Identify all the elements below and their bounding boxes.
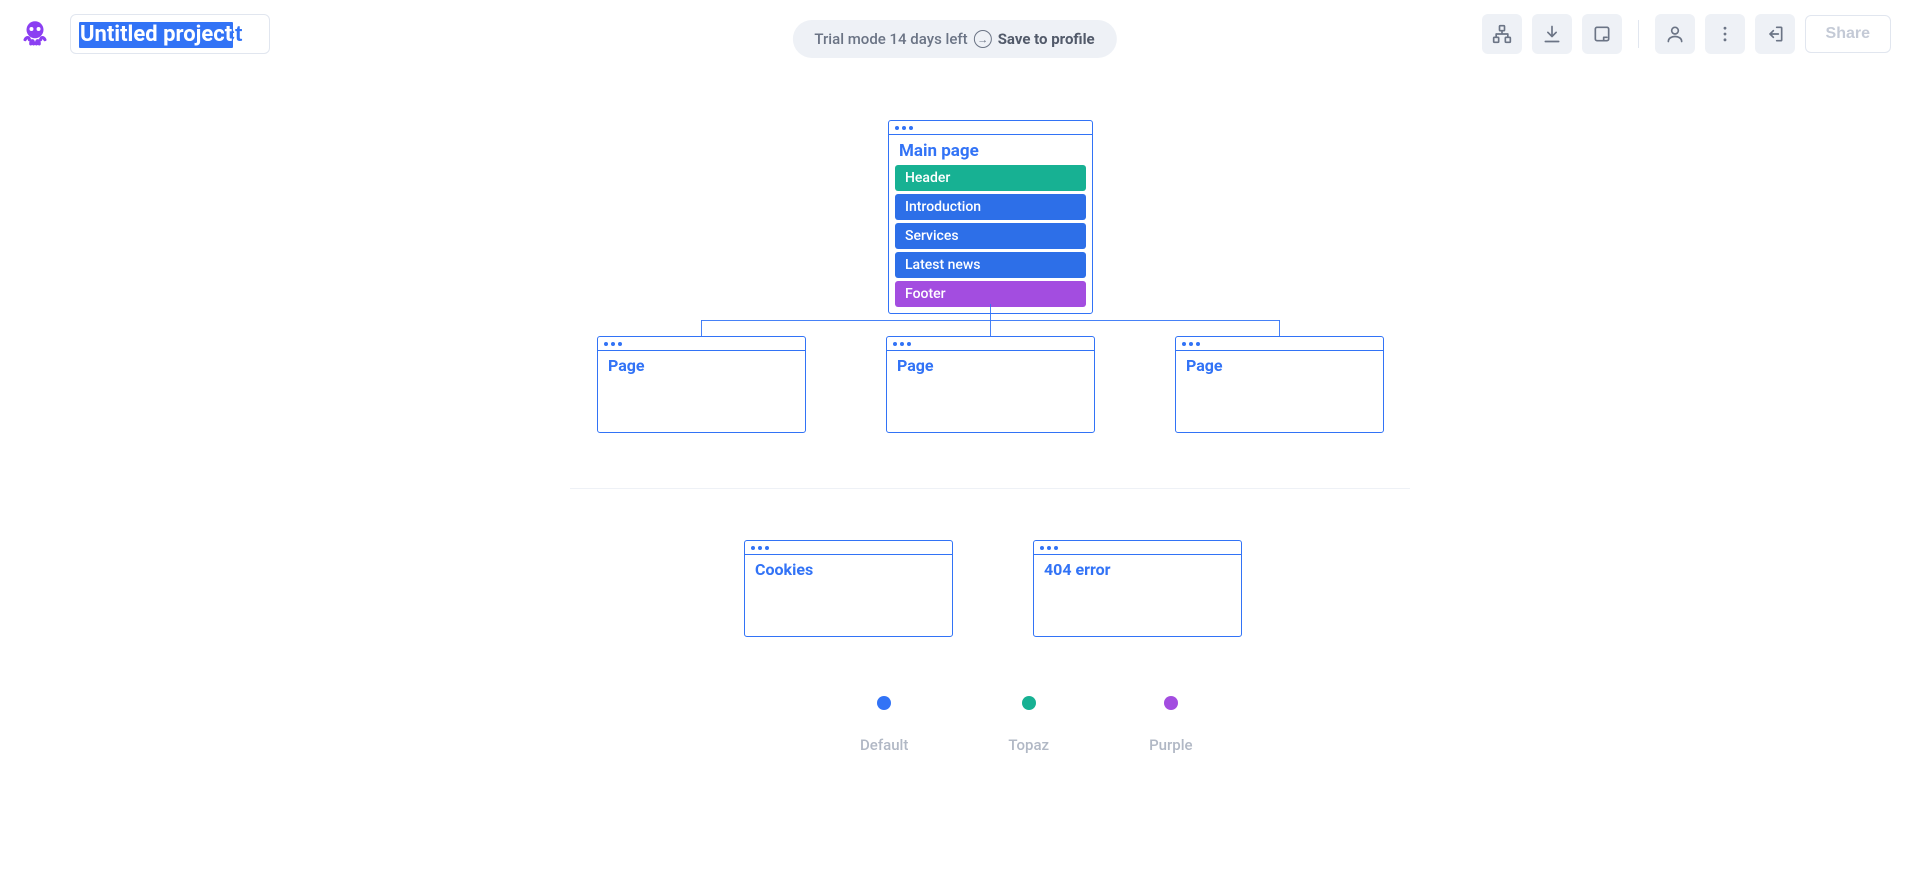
- share-button[interactable]: Share: [1805, 15, 1891, 53]
- top-bar-right: Share: [1482, 14, 1891, 54]
- app-logo-icon[interactable]: [18, 17, 52, 51]
- toolbar-divider: [1638, 20, 1639, 48]
- project-title-input[interactable]: [70, 14, 270, 54]
- card-header: [745, 541, 952, 555]
- card-header: [889, 121, 1092, 135]
- connector: [990, 304, 991, 320]
- page-section[interactable]: Latest news: [895, 252, 1086, 278]
- exit-icon[interactable]: [1755, 14, 1795, 54]
- main-page-sections: HeaderIntroductionServicesLatest newsFoo…: [889, 165, 1092, 313]
- extra-page-card[interactable]: 404 error: [1033, 540, 1242, 637]
- trial-mode-chip[interactable]: Trial mode 14 days left → Save to profil…: [792, 20, 1116, 58]
- more-menu-icon[interactable]: [1705, 14, 1745, 54]
- color-legend: Default Topaz Purple: [860, 696, 1193, 754]
- child-page-card[interactable]: Page: [597, 336, 806, 433]
- page-section[interactable]: Introduction: [895, 194, 1086, 220]
- note-icon[interactable]: [1582, 14, 1622, 54]
- page-section[interactable]: Services: [895, 223, 1086, 249]
- card-title[interactable]: Page: [1176, 351, 1383, 380]
- legend-item[interactable]: Purple: [1149, 696, 1193, 754]
- connector: [990, 320, 991, 336]
- save-to-profile-text: Save to profile: [998, 30, 1095, 48]
- legend-item[interactable]: Default: [860, 696, 908, 754]
- connector: [701, 320, 702, 336]
- card-header: [1034, 541, 1241, 555]
- arrow-right-icon: →: [974, 30, 992, 48]
- top-bar-center: Trial mode 14 days left → Save to profil…: [792, 20, 1116, 58]
- page-section[interactable]: Header: [895, 165, 1086, 191]
- download-icon[interactable]: [1532, 14, 1572, 54]
- canvas-divider: [570, 488, 1410, 489]
- card-title[interactable]: 404 error: [1034, 555, 1241, 584]
- trial-mode-text: Trial mode 14 days left: [814, 30, 967, 48]
- legend-label: Default: [860, 736, 908, 754]
- color-swatch-icon: [1164, 696, 1178, 710]
- color-swatch-icon: [877, 696, 891, 710]
- child-page-card[interactable]: Page: [886, 336, 1095, 433]
- legend-label: Topaz: [1008, 736, 1049, 754]
- child-page-card[interactable]: Page: [1175, 336, 1384, 433]
- card-title[interactable]: Cookies: [745, 555, 952, 584]
- card-header: [887, 337, 1094, 351]
- legend-item[interactable]: Topaz: [1008, 696, 1049, 754]
- legend-label: Purple: [1149, 736, 1193, 754]
- top-bar-left: [18, 14, 270, 54]
- card-header: [598, 337, 805, 351]
- connector: [1279, 320, 1280, 336]
- card-title[interactable]: Main page: [889, 135, 1092, 165]
- sitemap-canvas[interactable]: Main page Header Introduction Services Late…: [0, 70, 1909, 882]
- main-page-card[interactable]: Main page Header Introduction Services Late…: [888, 120, 1093, 314]
- card-header: [1176, 337, 1383, 351]
- card-title[interactable]: Page: [598, 351, 805, 380]
- sitemap-view-icon[interactable]: [1482, 14, 1522, 54]
- extra-page-card[interactable]: Cookies: [744, 540, 953, 637]
- color-swatch-icon: [1022, 696, 1036, 710]
- card-title[interactable]: Page: [887, 351, 1094, 380]
- user-icon[interactable]: [1655, 14, 1695, 54]
